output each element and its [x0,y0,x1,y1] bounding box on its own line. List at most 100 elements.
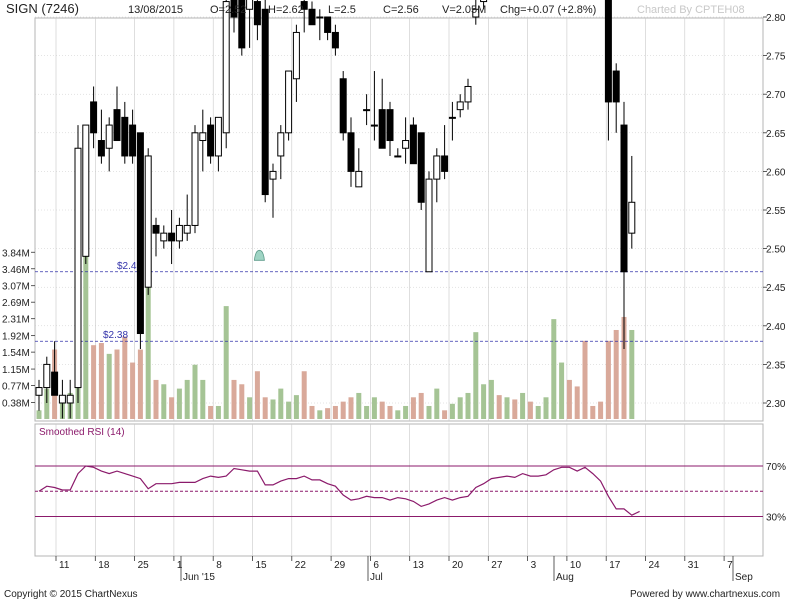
volume-bar [36,410,42,419]
candle-body [66,394,74,404]
volume-bar [613,329,619,419]
candle-body [355,170,363,188]
volume-bar [239,384,245,419]
volume-bar [286,401,292,419]
volume-bar [520,392,526,419]
month-label: Aug [556,572,574,583]
header-close: C=2.56 [383,4,419,16]
candle-body [628,201,636,234]
volume-bar [566,379,572,419]
candle-body [175,224,183,242]
volume-bar [574,386,580,419]
x-tick-label: 20 [452,560,464,571]
x-tick-label: 25 [138,560,150,571]
y-tick-label: 2.70 [766,90,786,101]
candle-body [121,116,129,157]
y-tick-label: 2.65 [766,129,786,140]
volume-bar [130,362,136,419]
candle-body [136,132,144,335]
candle-body [620,124,628,273]
volume-tick-label: 0.77M [2,382,30,393]
candle-body [425,178,433,273]
x-tick-label: 22 [295,560,307,571]
volume-tick-label: 3.84M [2,248,30,259]
candle-body [433,155,441,180]
candle-body [285,70,293,134]
candle-body [90,101,98,134]
header-date: 13/08/2015 [128,4,183,16]
candle-body [246,0,254,10]
candle-body [253,1,261,26]
candle-body [464,85,472,103]
rsi-tick-label: 30% [766,513,786,524]
volume-bar [364,405,370,419]
candle-body [339,78,347,134]
candle-body [386,109,394,142]
y-tick-label: 2.45 [766,283,786,294]
volume-bar [410,397,416,419]
volume-bar [223,306,229,419]
volume-tick-label: 2.69M [2,298,30,309]
volume-bar [481,384,487,419]
volume-bar [332,405,338,419]
candle-body [207,124,215,157]
month-label: Jul [370,572,383,583]
volume-tick-label: 3.46M [2,265,30,276]
volume-bar [317,410,323,419]
candle-body [308,8,316,26]
x-tick-label: 15 [256,560,268,571]
candle-body [480,0,488,3]
volume-bar [293,395,299,419]
volume-bar [403,405,409,419]
volume-bar [208,405,214,419]
volume-bar [551,319,557,419]
volume-bar [215,405,221,419]
candle-body [378,109,386,149]
candle-body [448,116,456,119]
volume-bar [278,388,284,419]
candle-body [74,147,82,389]
header-volume: V=2.05M [442,4,486,16]
reference-line-label: $2.38 [103,330,128,341]
y-tick-label: 2.55 [766,206,786,217]
rsi-tick-label: 70% [766,462,786,473]
volume-bar [543,397,549,419]
candle-body [402,140,410,149]
candle-body [331,31,339,49]
volume-bar [442,410,448,419]
candle-body [82,124,90,257]
volume-bar [106,353,112,419]
candle-body [214,116,222,157]
charted-by-label: Charted By CPTEH08 [637,4,745,16]
x-tick-label: 1 [177,560,183,571]
y-tick-label: 2.80 [766,13,786,24]
volume-bar [598,401,604,419]
volume-bar [176,388,182,419]
volume-bar [192,364,198,419]
candle-body [51,371,59,396]
month-label: Jun '15 [183,572,215,583]
candle-body [347,132,355,172]
candle-body [43,363,51,389]
candle-body [113,109,121,142]
candle-body [277,132,285,157]
volume-tick-label: 1.54M [2,348,30,359]
volume-bar [98,343,104,419]
candle-body [417,132,425,203]
candle-body [129,124,137,157]
volume-bar [418,392,424,419]
volume-bar [371,397,377,419]
month-label: Sep [735,572,753,583]
volume-bar [504,397,510,419]
x-tick-label: 31 [688,560,700,571]
candle-body [370,124,378,127]
x-tick-label: 29 [334,560,346,571]
candle-body [456,101,464,111]
volume-bar [395,410,401,419]
volume-bar [114,349,120,419]
volume-bar [582,340,588,419]
rsi-panel [34,423,764,557]
candle-body [152,224,160,234]
volume-bar [356,392,362,419]
volume-bar [184,379,190,419]
